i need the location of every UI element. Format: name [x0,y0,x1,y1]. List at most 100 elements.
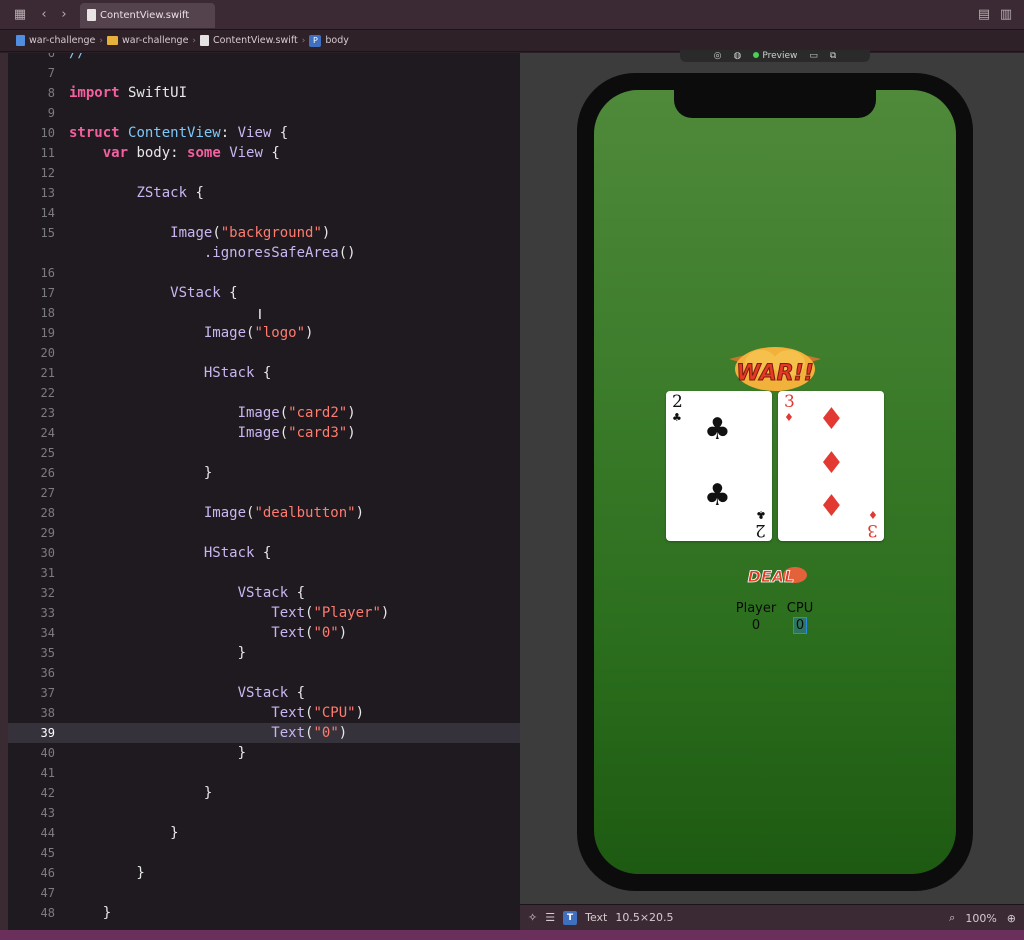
code-line[interactable]: 44 } [8,823,520,843]
code-line[interactable]: 45 [8,843,520,863]
code-line[interactable]: 10 struct ContentView: View { [8,123,520,143]
line-number: 23 [40,406,55,420]
code-line[interactable]: 37 VStack { [8,683,520,703]
code-line[interactable]: 46 } [8,863,520,883]
code-line[interactable]: 29 [8,523,520,543]
folder-icon [107,36,119,45]
line-number: 38 [40,706,55,720]
code-line[interactable]: .ignoresSafeArea() [8,243,520,263]
add-editor-icon[interactable]: ▥ [998,7,1014,23]
code-line[interactable]: 35 } [8,643,520,663]
line-number: 37 [40,686,55,700]
deal-button[interactable]: DEAL [739,564,811,588]
code-line[interactable]: 16 [8,263,520,283]
inspect-icon[interactable]: ◍ [734,51,742,61]
breadcrumb-project[interactable]: war-challenge [16,35,95,46]
code-line[interactable]: 32 VStack { [8,583,520,603]
line-number: 8 [47,86,55,100]
club-icon: ♣ [704,478,731,513]
war-logo: WAR!! [729,347,821,391]
code-text: struct ContentView: View { [69,125,289,141]
chevron-right-icon[interactable]: › [56,7,72,23]
code-line[interactable]: 20 [8,343,520,363]
code-line[interactable]: 43 [8,803,520,823]
code-editor[interactable]: I 6//7 8 import SwiftUI 9 10 struct ContentVi… [8,53,520,930]
chevron-left-icon[interactable]: ‹ [36,7,52,23]
breadcrumb-folder[interactable]: war-challenge [107,35,188,46]
code-line[interactable]: 48 } [8,903,520,923]
zoom-level[interactable]: 100% [965,912,996,925]
code-line[interactable]: 24 Image("card3") [8,423,520,443]
preview-canvas[interactable]: ◎ ◍ Preview ▭ ⧉ WAR!! 2 ♣ ♣ ♣ ♣ 2 3 ♦ ♦ … [520,50,1024,904]
split-editor-icon[interactable]: ▤ [976,7,992,23]
code-line[interactable]: 19 Image("logo") [8,323,520,343]
code-line[interactable]: 22 [8,383,520,403]
player-label: Player [735,601,777,616]
text-element-icon: T [563,910,578,925]
code-text: Text("0") [271,625,348,641]
line-number: 7 [47,66,55,80]
code-line[interactable]: 6 // [8,53,520,63]
live-dot-icon [753,52,760,58]
code-line[interactable]: 11 var body: some View { [8,143,520,163]
code-line[interactable]: 39 Text("0") [8,723,520,743]
live-preview-icon[interactable]: ◎ [714,51,722,61]
zoom-icon[interactable]: ⌕ [949,911,955,925]
device-settings-icon[interactable]: ▭ [809,51,818,61]
code-line[interactable]: 7 [8,63,520,83]
line-number: 15 [40,226,55,240]
grid-icon[interactable]: ▦ [12,7,28,23]
code-line[interactable]: 9 [8,103,520,123]
diamond-icon: ♦ [868,508,878,521]
pin-icon[interactable]: ✧ [528,911,537,924]
code-line[interactable]: 18 [8,303,520,323]
chevron-right-icon: › [99,35,104,46]
breadcrumb-symbol[interactable]: P body [309,34,349,47]
code-line[interactable]: 36 [8,663,520,683]
code-line[interactable]: 25 [8,443,520,463]
code-line[interactable]: 31 [8,563,520,583]
code-line[interactable]: 21 HStack { [8,363,520,383]
code-text: } [69,465,213,481]
line-number: 40 [40,746,55,760]
line-number: 32 [40,586,55,600]
code-line[interactable]: 8 import SwiftUI [8,83,520,103]
code-line[interactable]: 15 Image("background") [8,223,520,243]
code-line[interactable]: 26 } [8,463,520,483]
code-line[interactable]: 30 HStack { [8,543,520,563]
tab-contentview-swift[interactable]: ContentView.swift [80,3,215,28]
zoom-in-icon[interactable]: ⊕ [1007,912,1016,925]
code-line[interactable]: 38 Text("CPU") [8,703,520,723]
duplicate-preview-icon[interactable]: ⧉ [830,51,836,61]
line-number: 35 [40,646,55,660]
code-line[interactable]: 14 [8,203,520,223]
code-line[interactable]: 33 Text("Player") [8,603,520,623]
code-line[interactable]: 42 } [8,783,520,803]
code-line[interactable]: 28 Image("dealbutton") [8,503,520,523]
property-icon: P [309,34,322,47]
editor-tab-bar: ▦ ‹ › ContentView.swift ▤ ▥ [0,0,1024,30]
code-line[interactable]: 41 [8,763,520,783]
code-line[interactable]: 27 [8,483,520,503]
code-line[interactable]: 12 [8,163,520,183]
breadcrumb-file[interactable]: ContentView.swift [200,35,298,46]
card-rank: 2 [755,520,766,540]
card-rank: 3 [867,520,878,540]
line-number: 30 [40,546,55,560]
code-line[interactable]: 34 Text("0") [8,623,520,643]
code-line[interactable]: 23 Image("card2") [8,403,520,423]
preview-mode-button[interactable]: Preview [753,51,797,61]
line-number: 9 [47,106,55,120]
inspector-icon[interactable]: ☰ [545,911,555,924]
line-number: 36 [40,666,55,680]
code-line[interactable]: 47 [8,883,520,903]
code-text: } [69,745,247,761]
line-number: 11 [40,146,55,160]
svg-text:DEAL: DEAL [748,567,795,586]
code-line[interactable]: 17 VStack { [8,283,520,303]
code-text: var body: some View { [102,145,280,161]
line-number: 26 [40,466,55,480]
cpu-score[interactable]: 0 [792,617,808,634]
code-line[interactable]: 13 ZStack { [8,183,520,203]
code-line[interactable]: 40 } [8,743,520,763]
